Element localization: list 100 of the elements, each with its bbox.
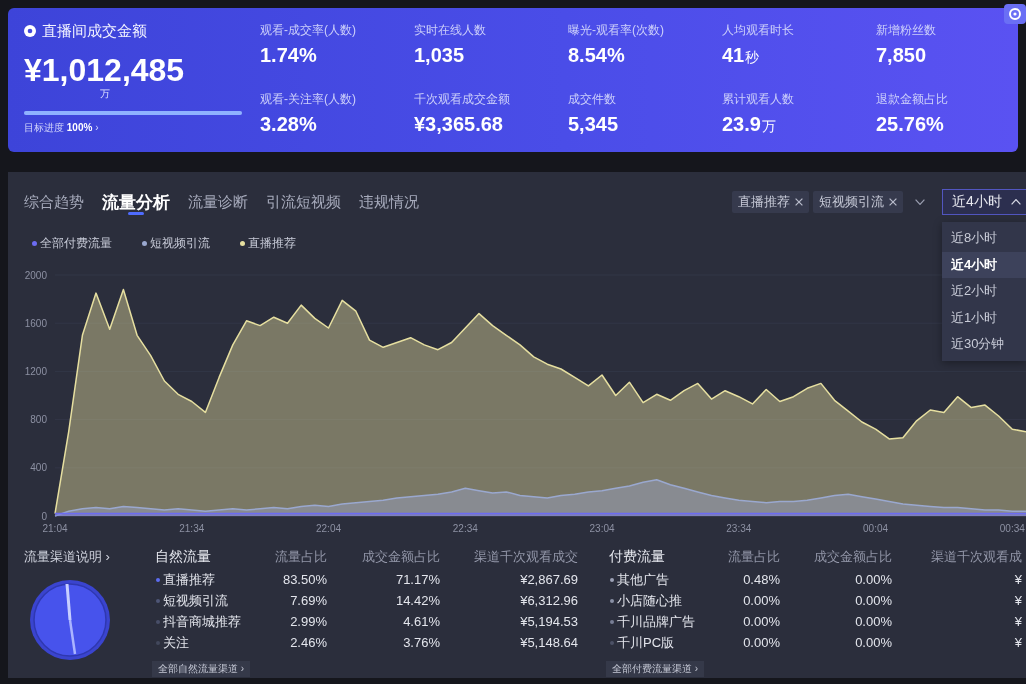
metric-label: 观看-成交率(人数) xyxy=(260,23,356,37)
table-cell: ¥ xyxy=(1014,614,1022,629)
axis-label: 22:34 xyxy=(452,523,478,534)
tab[interactable]: 引流短视频 xyxy=(266,188,341,216)
filter-tag[interactable]: 短视频引流 xyxy=(813,191,903,213)
chevron-up-icon xyxy=(1011,199,1021,205)
table-cell: 2.46% xyxy=(290,635,327,650)
metric-label: 观看-关注率(人数) xyxy=(260,92,356,106)
metric-value: 3.28% xyxy=(260,112,317,136)
menu-item[interactable]: 近2小时 xyxy=(942,278,1026,305)
circle-icon xyxy=(24,25,36,37)
axis-label: 00:34 xyxy=(999,523,1025,534)
axis-label: 1600 xyxy=(24,317,47,329)
menu-item[interactable]: 近1小时 xyxy=(942,304,1026,331)
tab[interactable]: 流量分析 xyxy=(102,188,170,216)
column-header: 成交金额占比 xyxy=(814,548,892,566)
table-cell: ¥2,867.69 xyxy=(520,572,578,587)
column-header: 渠道千次观看成 xyxy=(931,548,1022,566)
column-header: 渠道千次观看成交 xyxy=(474,548,578,566)
metric-value: 1.74% xyxy=(260,43,317,67)
more-link[interactable]: 全部自然流量渠道 › xyxy=(152,661,251,677)
axis-label: 21:34 xyxy=(179,523,205,534)
axis-label: 2000 xyxy=(24,269,47,281)
metric-label: 退款金额占比 xyxy=(876,92,948,106)
menu-item[interactable]: 近30分钟 xyxy=(942,331,1026,358)
table-cell: ¥ xyxy=(1014,572,1022,587)
axis-label: 0 xyxy=(41,510,47,522)
tab[interactable]: 违规情况 xyxy=(359,188,419,216)
table-cell: 关注 xyxy=(163,633,189,652)
table-cell: 小店随心推 xyxy=(617,591,682,610)
column-header: 付费流量 xyxy=(609,548,665,566)
legend-item[interactable]: 全部付费流量 xyxy=(32,235,112,251)
chevron-down-icon[interactable] xyxy=(915,199,925,205)
ring-icon[interactable] xyxy=(1004,4,1026,24)
table-cell: 抖音商城推荐 xyxy=(163,612,241,631)
table-cell: ¥ xyxy=(1014,635,1022,650)
table-cell: 71.17% xyxy=(395,572,440,587)
table-cell: 其他广告 xyxy=(617,570,669,589)
table-cell: ¥5,194.53 xyxy=(520,614,578,629)
table-cell: 直播推荐 xyxy=(163,570,215,589)
time-range-dropdown[interactable]: 近4小时 xyxy=(942,189,1026,215)
guide-link[interactable]: 流量渠道说明 › xyxy=(24,549,110,565)
metric-value: ¥3,365.68 xyxy=(414,112,503,136)
axis-label: 22:04 xyxy=(316,523,342,534)
table-cell: 0.00% xyxy=(855,572,892,587)
tab[interactable]: 综合趋势 xyxy=(24,188,84,216)
table-cell: 0.00% xyxy=(855,593,892,608)
axis-label: 23:34 xyxy=(726,523,752,534)
table-cell: 2.99% xyxy=(290,614,327,629)
metric-label: 实时在线人数 xyxy=(414,23,486,37)
column-header: 流量占比 xyxy=(728,548,780,566)
axis-label: 800 xyxy=(30,414,47,426)
legend-item[interactable]: 直播推荐 xyxy=(240,235,296,251)
column-header: 流量占比 xyxy=(275,548,327,566)
metric-value: 25.76% xyxy=(876,112,944,136)
menu-item[interactable]: 近8小时 xyxy=(942,225,1026,252)
table-cell: 千川品牌广告 xyxy=(617,612,695,631)
metric-label: 累计观看人数 xyxy=(722,92,794,106)
table-cell: 0.00% xyxy=(743,635,780,650)
close-icon[interactable] xyxy=(795,198,803,206)
table-cell: 0.48% xyxy=(743,572,780,587)
metric-label: 新增粉丝数 xyxy=(876,23,936,37)
metric-value: 1,035 xyxy=(414,43,465,67)
table-cell: 14.42% xyxy=(395,593,440,608)
metric-value: 23.9万 xyxy=(722,112,776,137)
axis-label: 23:04 xyxy=(589,523,615,534)
table-cell: ¥5,148.64 xyxy=(520,635,578,650)
filter-tag[interactable]: 直播推荐 xyxy=(732,191,809,213)
metric-label: 人均观看时长 xyxy=(722,23,794,37)
metric-value: 8.54% xyxy=(568,43,625,67)
metric-value: 7,850 xyxy=(876,43,927,67)
table-cell: 4.61% xyxy=(403,614,440,629)
table-cell: 千川PC版 xyxy=(617,633,675,652)
legend-item[interactable]: 短视频引流 xyxy=(142,235,210,251)
close-icon[interactable] xyxy=(889,198,897,206)
table-cell: ¥ xyxy=(1014,593,1022,608)
column-header: 自然流量 xyxy=(155,548,211,566)
metric-label: 曝光-观看率(次数) xyxy=(568,23,664,37)
table-cell: 短视频引流 xyxy=(163,591,228,610)
total-amount: ¥1,012,485 xyxy=(24,53,185,87)
metric-value: 5,345 xyxy=(568,112,619,136)
goal-link[interactable]: 目标进度 100% › xyxy=(24,122,99,134)
table-cell: 7.69% xyxy=(290,593,327,608)
metric-label: 成交件数 xyxy=(568,92,616,106)
banner-title: 直播间成交金额 xyxy=(42,22,147,40)
more-link[interactable]: 全部付费流量渠道 › xyxy=(606,661,705,677)
menu-item[interactable]: 近4小时 xyxy=(942,251,1026,278)
axis-label: 1200 xyxy=(24,365,47,377)
unit-label: 万 xyxy=(100,88,110,99)
table-cell: 0.00% xyxy=(855,635,892,650)
tab[interactable]: 流量诊断 xyxy=(188,188,248,216)
table-cell: 0.00% xyxy=(743,593,780,608)
axis-label: 400 xyxy=(30,462,47,474)
axis-label: 21:04 xyxy=(42,523,68,534)
axis-label: 00:04 xyxy=(863,523,889,534)
table-cell: 0.00% xyxy=(743,614,780,629)
column-header: 成交金额占比 xyxy=(362,548,440,566)
metric-label: 千次观看成交金额 xyxy=(414,92,510,106)
metric-value: 41秒 xyxy=(722,43,760,68)
table-cell: 83.50% xyxy=(282,572,327,587)
